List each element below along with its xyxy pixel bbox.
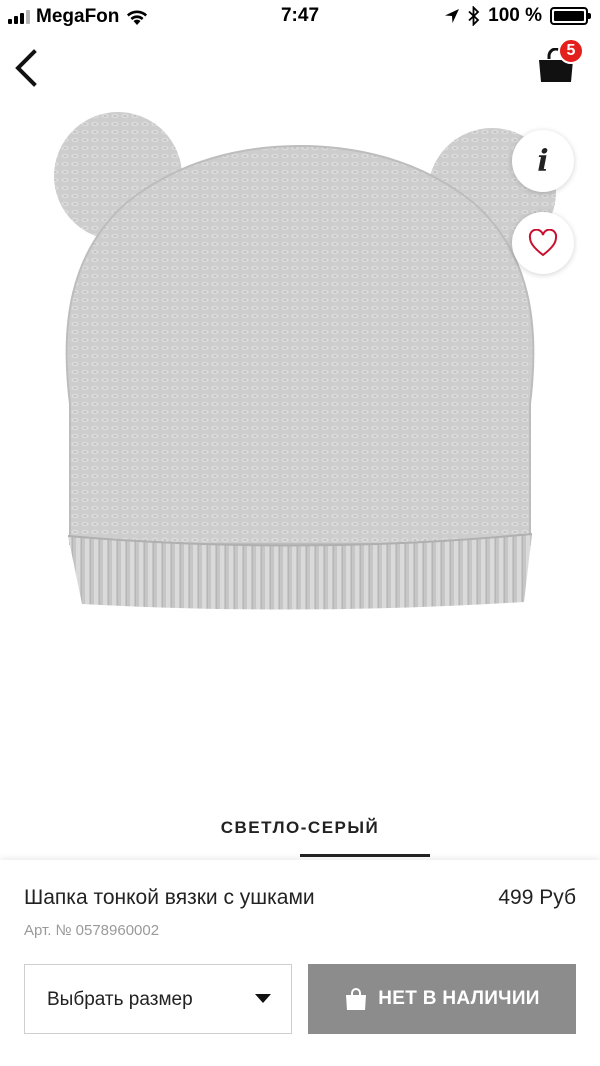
product-info-panel: Шапка тонкой вязки с ушками 499 Руб Арт.… xyxy=(0,860,600,1066)
out-of-stock-button[interactable]: НЕТ В НАЛИЧИИ xyxy=(308,964,576,1034)
chevron-left-icon xyxy=(15,49,37,87)
article-value: 0578960002 xyxy=(75,922,160,939)
status-bar: MegaFon 7:47 100 % xyxy=(0,0,600,34)
article-number: Арт. № 0578960002 xyxy=(24,922,159,939)
info-icon: i xyxy=(537,143,549,179)
caret-down-icon xyxy=(255,994,271,1003)
hat-body xyxy=(66,146,534,544)
article-label: Арт. № xyxy=(24,922,72,939)
bluetooth-icon xyxy=(468,6,480,26)
battery-percentage: 100 % xyxy=(488,5,542,26)
location-arrow-icon xyxy=(445,9,460,23)
product-image xyxy=(54,112,556,610)
cart-count-badge: 5 xyxy=(558,38,584,64)
status-right: 100 % xyxy=(444,5,591,27)
color-tab[interactable]: СВЕТЛО-СЕРЫЙ xyxy=(170,818,430,858)
cart-button[interactable]: 5 xyxy=(530,34,590,90)
battery-icon xyxy=(550,7,591,25)
favorite-button[interactable] xyxy=(512,212,574,274)
product-price: 499 Руб xyxy=(498,886,576,909)
size-select-label: Выбрать размер xyxy=(47,989,193,1010)
out-of-stock-label: НЕТ В НАЛИЧИИ xyxy=(378,988,540,1009)
info-button[interactable]: i xyxy=(512,130,574,192)
product-title: Шапка тонкой вязки с ушками xyxy=(24,886,315,909)
shopping-bag-icon xyxy=(346,988,367,1010)
back-button[interactable] xyxy=(8,44,48,92)
color-tab-indicator xyxy=(300,854,430,857)
size-select[interactable]: Выбрать размер xyxy=(24,964,292,1034)
heart-icon xyxy=(528,229,558,257)
